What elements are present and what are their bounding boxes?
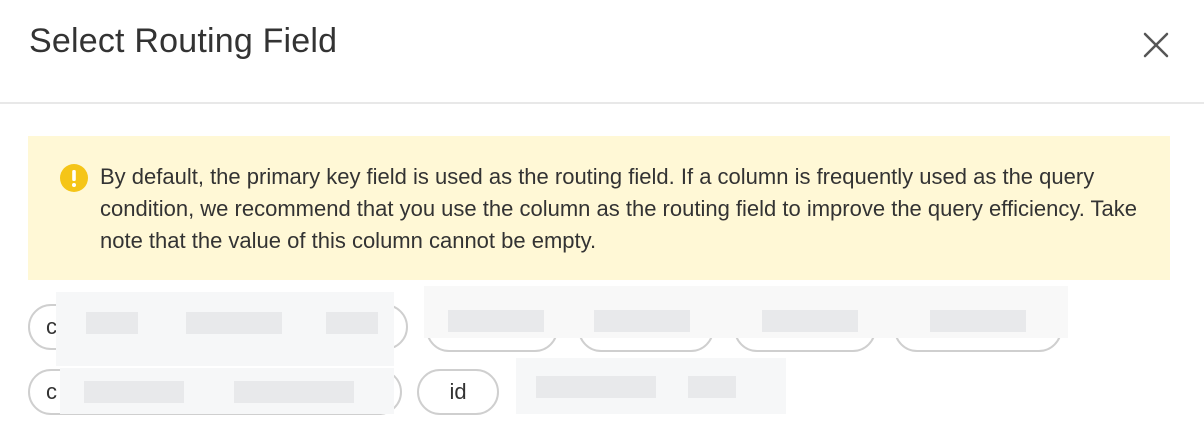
redacted-region (424, 286, 1068, 338)
dialog-header: Select Routing Field (0, 0, 1204, 104)
redacted-region (56, 292, 394, 366)
redacted-region (516, 358, 786, 414)
warning-icon (60, 164, 88, 192)
info-notice: By default, the primary key field is use… (28, 136, 1170, 280)
close-icon[interactable] (1139, 28, 1173, 62)
field-chip-id[interactable]: id (417, 369, 499, 415)
dialog-title: Select Routing Field (29, 22, 338, 60)
redacted-region (60, 368, 394, 414)
notice-text: By default, the primary key field is use… (100, 164, 1138, 253)
field-chip-label: id (449, 379, 467, 404)
field-chip-label: c (46, 379, 57, 404)
